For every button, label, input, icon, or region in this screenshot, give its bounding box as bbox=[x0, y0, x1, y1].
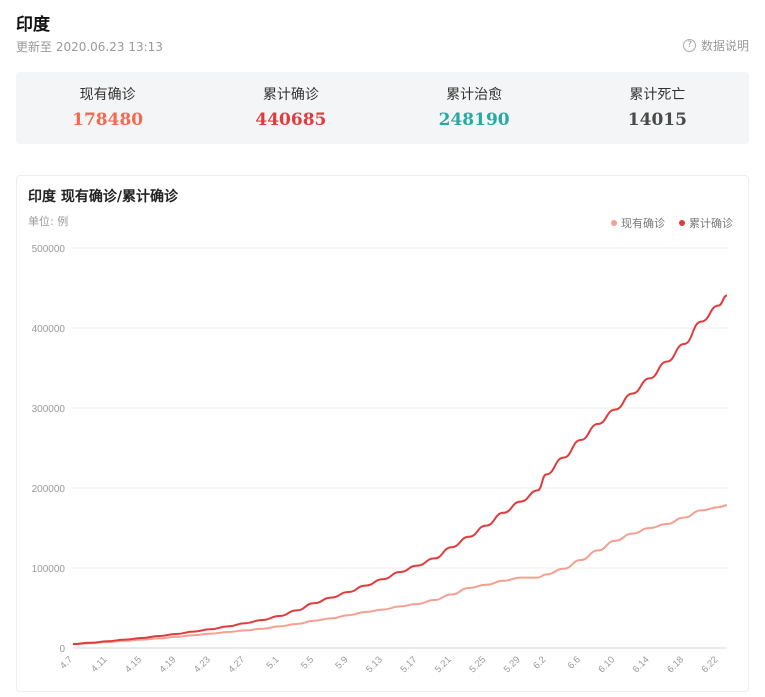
x-tick-label: 6.18 bbox=[665, 654, 686, 675]
x-tick-label: 6.22 bbox=[700, 654, 721, 675]
y-tick-label: 200000 bbox=[32, 484, 66, 495]
y-tick-label: 400000 bbox=[32, 324, 66, 335]
stat-label: 现有确诊 bbox=[79, 87, 136, 103]
stat-label: 累计治愈 bbox=[446, 87, 503, 103]
x-tick-label: 4.27 bbox=[226, 654, 247, 675]
y-tick-label: 100000 bbox=[32, 564, 66, 575]
x-tick-label: 6.14 bbox=[631, 654, 652, 675]
x-tick-label: 5.17 bbox=[398, 654, 419, 675]
x-tick-label: 6.6 bbox=[566, 654, 583, 671]
update-time: 更新至 2020.06.23 13:13 bbox=[16, 40, 163, 54]
stat-label: 累计死亡 bbox=[629, 87, 686, 103]
x-tick-label: 5.9 bbox=[333, 654, 350, 671]
series-line-current bbox=[72, 504, 728, 646]
help-circle-icon: ? bbox=[682, 39, 696, 52]
stat-value: 14015 bbox=[627, 110, 687, 130]
x-tick-label: 5.5 bbox=[299, 654, 316, 671]
x-tick-label: 4.15 bbox=[123, 654, 144, 675]
line-chart: 0 100000 200000 300000 400000 500000 4.7 4.11 4.… bbox=[32, 244, 728, 675]
chart-card: 印度 现有确诊/累计确诊 单位: 例 现有确诊 累计确诊 0 100000 2000… bbox=[16, 175, 749, 692]
x-tick-label: 6.2 bbox=[531, 654, 548, 671]
y-tick-label: 0 bbox=[59, 644, 65, 655]
stat-current-confirmed: 现有确诊 178480 bbox=[16, 72, 199, 144]
stat-total-deaths: 累计死亡 14015 bbox=[566, 72, 749, 144]
x-tick-label: 4.7 bbox=[58, 654, 75, 671]
x-tick-label: 6.10 bbox=[596, 654, 617, 675]
stat-total-confirmed: 累计确诊 440685 bbox=[199, 72, 382, 144]
country-title: 印度 bbox=[16, 15, 50, 35]
x-tick-label: 5.29 bbox=[502, 654, 523, 675]
x-tick-label: 4.19 bbox=[158, 654, 179, 675]
x-tick-label: 5.25 bbox=[467, 654, 488, 675]
stat-value: 440685 bbox=[255, 110, 327, 130]
data-note-label: 数据说明 bbox=[700, 39, 749, 53]
stat-label: 累计确诊 bbox=[262, 87, 319, 103]
y-tick-label: 500000 bbox=[32, 244, 66, 255]
series-line-total bbox=[72, 294, 728, 645]
x-tick-label: 4.11 bbox=[89, 654, 109, 674]
stat-value: 178480 bbox=[72, 110, 144, 130]
data-note-link[interactable]: ? 数据说明 bbox=[682, 37, 749, 54]
x-tick-label: 4.23 bbox=[192, 654, 213, 675]
stat-value: 248190 bbox=[438, 110, 510, 130]
stat-total-recovered: 累计治愈 248190 bbox=[383, 72, 566, 144]
x-tick-label: 5.1 bbox=[265, 654, 282, 671]
x-tick-label: 5.21 bbox=[433, 654, 454, 675]
y-tick-label: 300000 bbox=[32, 404, 66, 415]
stats-panel: 现有确诊 178480 累计确诊 440685 累计治愈 248190 累计死亡… bbox=[16, 72, 749, 144]
x-tick-label: 5.13 bbox=[364, 654, 385, 675]
